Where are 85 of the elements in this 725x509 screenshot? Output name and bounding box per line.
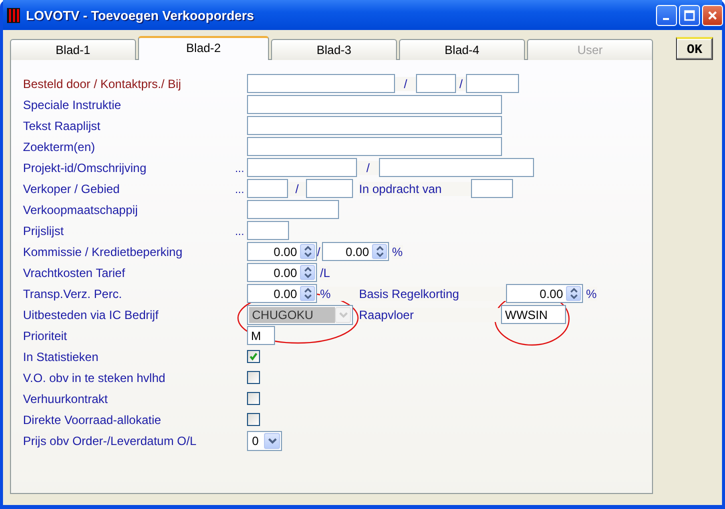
field-label: V.O. obv in te steken hvlhd — [23, 370, 166, 384]
unit-text: % — [586, 286, 597, 300]
text-field[interactable]: M — [247, 326, 275, 345]
dropdown-button[interactable] — [264, 432, 280, 448]
text-field[interactable] — [247, 137, 502, 156]
field-label: Verkoper / Gebied — [23, 182, 121, 196]
text-field[interactable] — [471, 179, 513, 198]
up-down-icon — [304, 288, 312, 299]
minimize-icon — [663, 18, 669, 20]
check-icon — [249, 352, 258, 361]
text-field[interactable] — [247, 74, 395, 93]
field-label: Vrachtkosten Tarief — [23, 266, 126, 280]
tab[interactable]: Blad-4 — [399, 39, 526, 60]
text-field[interactable] — [247, 179, 288, 198]
spin-button[interactable] — [300, 286, 315, 301]
field-label: In Statistieken — [23, 350, 100, 364]
field-label: Speciale Instruktie — [23, 98, 122, 112]
text-field[interactable] — [466, 74, 519, 93]
caret-icon — [338, 311, 348, 318]
text-field[interactable] — [247, 158, 357, 177]
lookup-button[interactable]: ... — [235, 226, 244, 238]
dropdown[interactable]: 0 — [247, 430, 282, 450]
spin-button[interactable] — [566, 286, 581, 301]
number-field[interactable]: 0.00 — [247, 284, 317, 303]
field-label: Verkoopmaatschappij — [23, 202, 139, 216]
spin-button[interactable] — [300, 244, 315, 259]
text-field[interactable] — [247, 200, 339, 219]
text-field[interactable] — [416, 74, 456, 93]
field-label: Prijs obv Order-/Leverdatum O/L — [23, 434, 198, 448]
tab[interactable]: Blad-2 — [138, 36, 269, 60]
field-label: Transp.Verz. Perc. — [23, 286, 123, 300]
checkbox[interactable] — [247, 413, 260, 426]
field-label: Prijslijst — [23, 224, 65, 238]
field-label: Tekst Raaplijst — [23, 118, 102, 132]
number-field[interactable]: 0.00 — [247, 263, 317, 282]
unit-text: /L — [320, 266, 330, 280]
up-down-icon — [570, 288, 578, 299]
lookup-button[interactable]: ... — [235, 162, 244, 174]
field-label: Besteld door / Kontaktprs./ Bij — [23, 76, 182, 90]
field-label: Raapvloer — [359, 308, 501, 322]
field-label: Uitbesteden via IC Bedrijf — [23, 308, 160, 322]
app-icon — [7, 8, 20, 22]
ok-button[interactable]: OK — [676, 37, 713, 60]
up-down-icon — [304, 267, 312, 278]
unit-text: % — [392, 244, 403, 258]
field-label: Projekt-id/Omschrijving — [23, 160, 148, 174]
number-field[interactable]: 0.00 — [247, 242, 317, 261]
number-field[interactable]: 0.00 — [506, 284, 583, 303]
text-field[interactable]: WWSIN — [501, 305, 566, 324]
checkbox[interactable] — [247, 392, 260, 405]
up-down-icon — [304, 246, 312, 257]
field-label: Kommissie / Kredietbeperking — [23, 244, 184, 258]
close-button[interactable] — [702, 4, 723, 26]
text-field[interactable] — [247, 116, 502, 135]
unit-text: / — [395, 76, 416, 90]
number-field[interactable]: 0.00 — [322, 242, 389, 261]
unit-text: / — [288, 182, 306, 196]
close-icon — [708, 10, 717, 20]
field-label: In opdracht van — [359, 182, 471, 196]
field-label: Zoekterm(en) — [23, 140, 96, 154]
tab[interactable]: Blad-1 — [10, 39, 136, 60]
text-field[interactable] — [247, 221, 289, 240]
unit-text: / — [456, 76, 466, 90]
text-field[interactable] — [306, 179, 353, 198]
unit-text: / — [317, 244, 322, 258]
field-label: Prioriteit — [23, 328, 68, 342]
text-field[interactable] — [247, 95, 502, 114]
checkbox[interactable] — [247, 371, 260, 384]
field-label: Direkte Voorraad-allokatie — [23, 412, 162, 426]
maximize-button[interactable] — [679, 4, 700, 26]
unit-text: / — [357, 160, 379, 174]
unit-text: % — [320, 286, 359, 300]
spin-button[interactable] — [372, 244, 387, 259]
maximize-icon — [684, 10, 695, 20]
window-title: LOVOTV - Toevoegen Verkooporders — [26, 8, 256, 22]
up-down-icon — [376, 246, 384, 257]
caret-icon — [268, 437, 276, 444]
tab[interactable]: Blad-3 — [270, 39, 397, 60]
spin-button[interactable] — [300, 265, 315, 280]
lookup-button[interactable]: ... — [235, 184, 244, 196]
field-label: Verhuurkontrakt — [23, 392, 109, 406]
checkbox[interactable] — [247, 350, 260, 363]
minimize-button[interactable] — [656, 4, 677, 26]
text-field[interactable] — [379, 158, 534, 177]
field-label: Basis Regelkorting — [359, 286, 506, 300]
